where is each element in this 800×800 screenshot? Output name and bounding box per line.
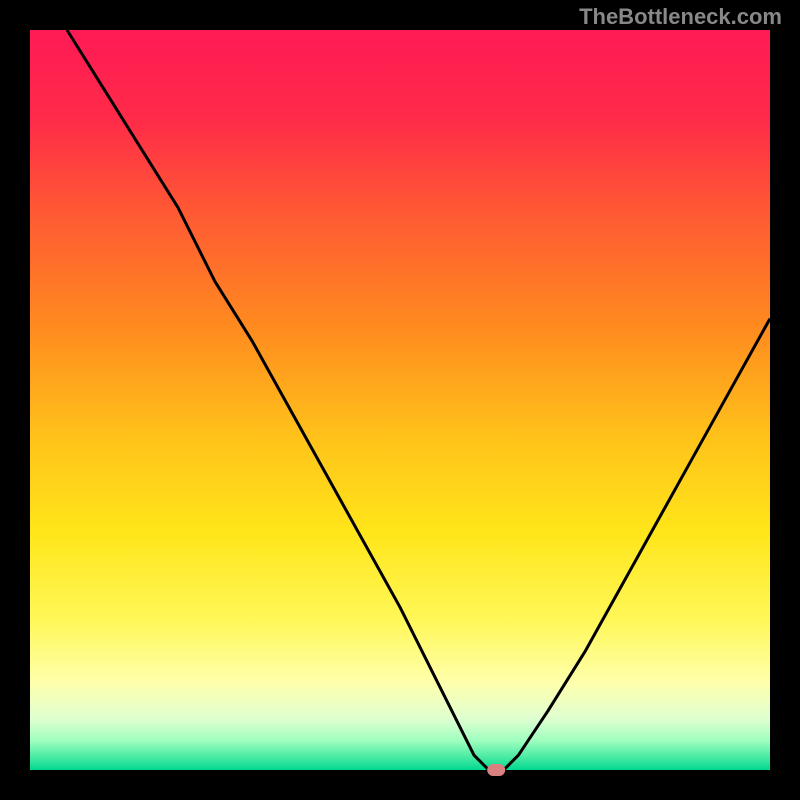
bottleneck-chart bbox=[0, 0, 800, 800]
chart-container: TheBottleneck.com bbox=[0, 0, 800, 800]
optimal-marker bbox=[487, 764, 505, 776]
watermark-text: TheBottleneck.com bbox=[579, 4, 782, 30]
